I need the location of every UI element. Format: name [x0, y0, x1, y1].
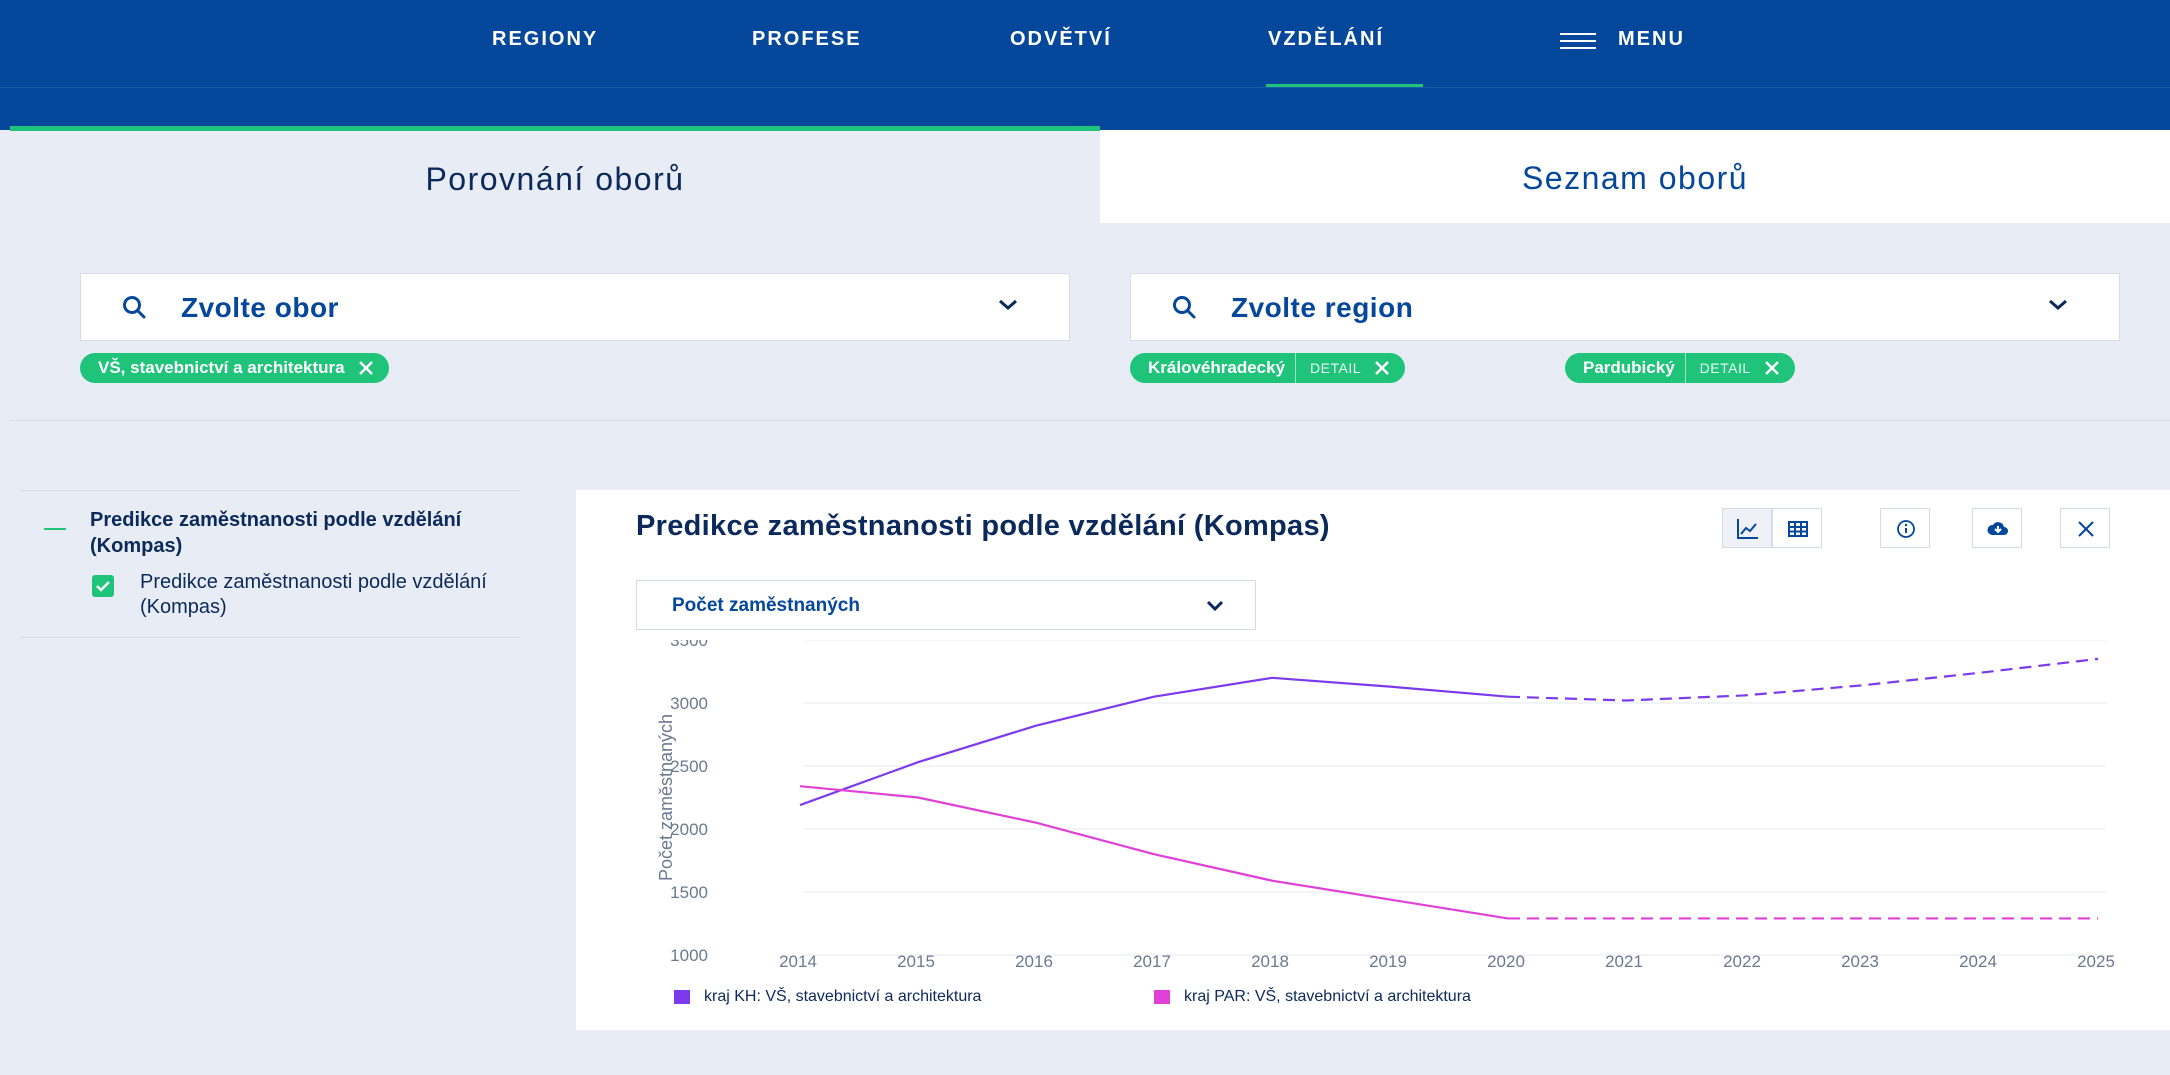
line-chart: 100015002000250030003500Počet zaměstnaný…: [656, 640, 2115, 971]
nav-item-regiony[interactable]: REGIONY: [492, 28, 598, 51]
x-tick-label: 2021: [1605, 952, 1643, 971]
tab-label: Porovnání oborů: [425, 161, 685, 197]
download-button[interactable]: [1972, 508, 2022, 548]
chip-label: Královéhradecký: [1148, 358, 1286, 377]
indicator-group-title[interactable]: Predikce zaměstnanosti podle vzdělání (K…: [90, 507, 490, 559]
region-chip-par: Pardubický DETAIL: [1565, 353, 1795, 383]
x-tick-label: 2018: [1251, 952, 1289, 971]
region-select-label: Zvolte region: [1231, 292, 1414, 323]
search-icon: [1173, 296, 1196, 319]
x-tick-label: 2024: [1959, 952, 1997, 971]
legend-label: kraj PAR: VŠ, stavebnictví a architektur…: [1184, 988, 1471, 1005]
hamburger-menu-icon[interactable]: [1560, 33, 1596, 49]
tab-label: Seznam oborů: [1521, 160, 1749, 196]
chevron-down-icon: [2049, 299, 2067, 310]
y-tick-label: 1000: [670, 946, 708, 965]
x-tick-label: 2023: [1841, 952, 1879, 971]
x-tick-label: 2015: [897, 952, 935, 971]
cloud-download-icon: [1987, 522, 2008, 535]
x-tick-label: 2019: [1369, 952, 1407, 971]
remove-chip-icon[interactable]: [1761, 357, 1783, 379]
field-select[interactable]: Zvolte obor: [80, 273, 1070, 341]
region-chip-kh: Královéhradecký DETAIL: [1130, 353, 1406, 383]
indicator-list: Predikce zaměstnanosti podle vzdělání (K…: [20, 490, 520, 638]
legend-item-par[interactable]: kraj PAR: VŠ, stavebnictví a architektur…: [1154, 988, 1471, 1006]
y-tick-label: 3500: [670, 640, 708, 650]
nav-item-odvetvi[interactable]: ODVĚTVÍ: [1010, 28, 1112, 51]
table-view-button[interactable]: [1772, 508, 1822, 548]
close-icon: [2078, 521, 2094, 537]
region-select[interactable]: Zvolte region: [1130, 273, 2120, 341]
x-tick-label: 2017: [1133, 952, 1171, 971]
table-icon: [1788, 521, 1808, 537]
x-tick-label: 2020: [1487, 952, 1525, 971]
legend-swatch: [674, 990, 690, 1004]
legend-label: kraj KH: VŠ, stavebnictví a architektura: [704, 988, 982, 1005]
x-tick-label: 2025: [2077, 952, 2115, 971]
search-icon: [123, 296, 146, 319]
series-line-1: [799, 676, 1509, 807]
chevron-down-icon: [1206, 600, 1224, 612]
chart-card: Predikce zaměstnanosti podle vzdělání (K…: [576, 490, 2170, 1030]
series-line-2: [799, 785, 1509, 920]
info-icon: [1897, 520, 1915, 538]
remove-chip-icon[interactable]: [355, 357, 377, 379]
series-forecast-line-1: [1507, 657, 2099, 702]
indicator-checkbox[interactable]: [92, 575, 114, 597]
chevron-down-icon: [999, 299, 1017, 310]
chip-label: VŠ, stavebnictví a architektura: [98, 358, 345, 377]
tab-seznam-oboru[interactable]: Seznam oborů: [1100, 130, 2170, 223]
tab-porovnani-oboru[interactable]: Porovnání oborů: [10, 126, 1100, 223]
nav-item-vzdelani[interactable]: VZDĚLÁNÍ: [1268, 28, 1384, 51]
chip-detail-link[interactable]: DETAIL: [1296, 360, 1371, 376]
section-divider: [10, 420, 2170, 421]
close-chart-button[interactable]: [2060, 508, 2110, 548]
chart-line-icon: [1737, 519, 1758, 539]
remove-chip-icon[interactable]: [1371, 357, 1393, 379]
indicator-item-label[interactable]: Predikce zaměstnanosti podle vzdělání (K…: [140, 570, 520, 620]
x-tick-label: 2016: [1015, 952, 1053, 971]
chip-label: Pardubický: [1583, 358, 1675, 377]
info-button[interactable]: [1880, 508, 1930, 548]
checkmark-icon: [96, 581, 110, 592]
y-tick-label: 3000: [670, 694, 708, 713]
collapse-dash-icon[interactable]: [44, 528, 66, 530]
y-tick-label: 1500: [670, 883, 708, 902]
legend-swatch: [1154, 990, 1170, 1004]
x-tick-label: 2022: [1723, 952, 1761, 971]
chip-detail-link[interactable]: DETAIL: [1686, 360, 1761, 376]
line-chart-view-button[interactable]: [1722, 508, 1772, 548]
metric-select-label: Počet zaměstnaných: [672, 595, 860, 616]
chart-card-title: Predikce zaměstnanosti podle vzdělání (K…: [636, 510, 1330, 542]
metric-select[interactable]: Počet zaměstnaných: [636, 580, 1256, 630]
x-tick-label: 2014: [779, 952, 817, 971]
header-band: [0, 88, 2170, 130]
nav-item-profese[interactable]: PROFESE: [752, 28, 862, 51]
y-axis-label: Počet zaměstnaných: [656, 714, 676, 881]
legend-item-kh[interactable]: kraj KH: VŠ, stavebnictví a architektura: [674, 988, 981, 1006]
nav-item-menu[interactable]: MENU: [1618, 28, 1685, 51]
top-navigation: REGIONY PROFESE ODVĚTVÍ VZDĚLÁNÍ MENU: [0, 0, 2170, 88]
field-chip: VŠ, stavebnictví a architektura: [80, 353, 389, 383]
field-select-label: Zvolte obor: [181, 292, 339, 323]
